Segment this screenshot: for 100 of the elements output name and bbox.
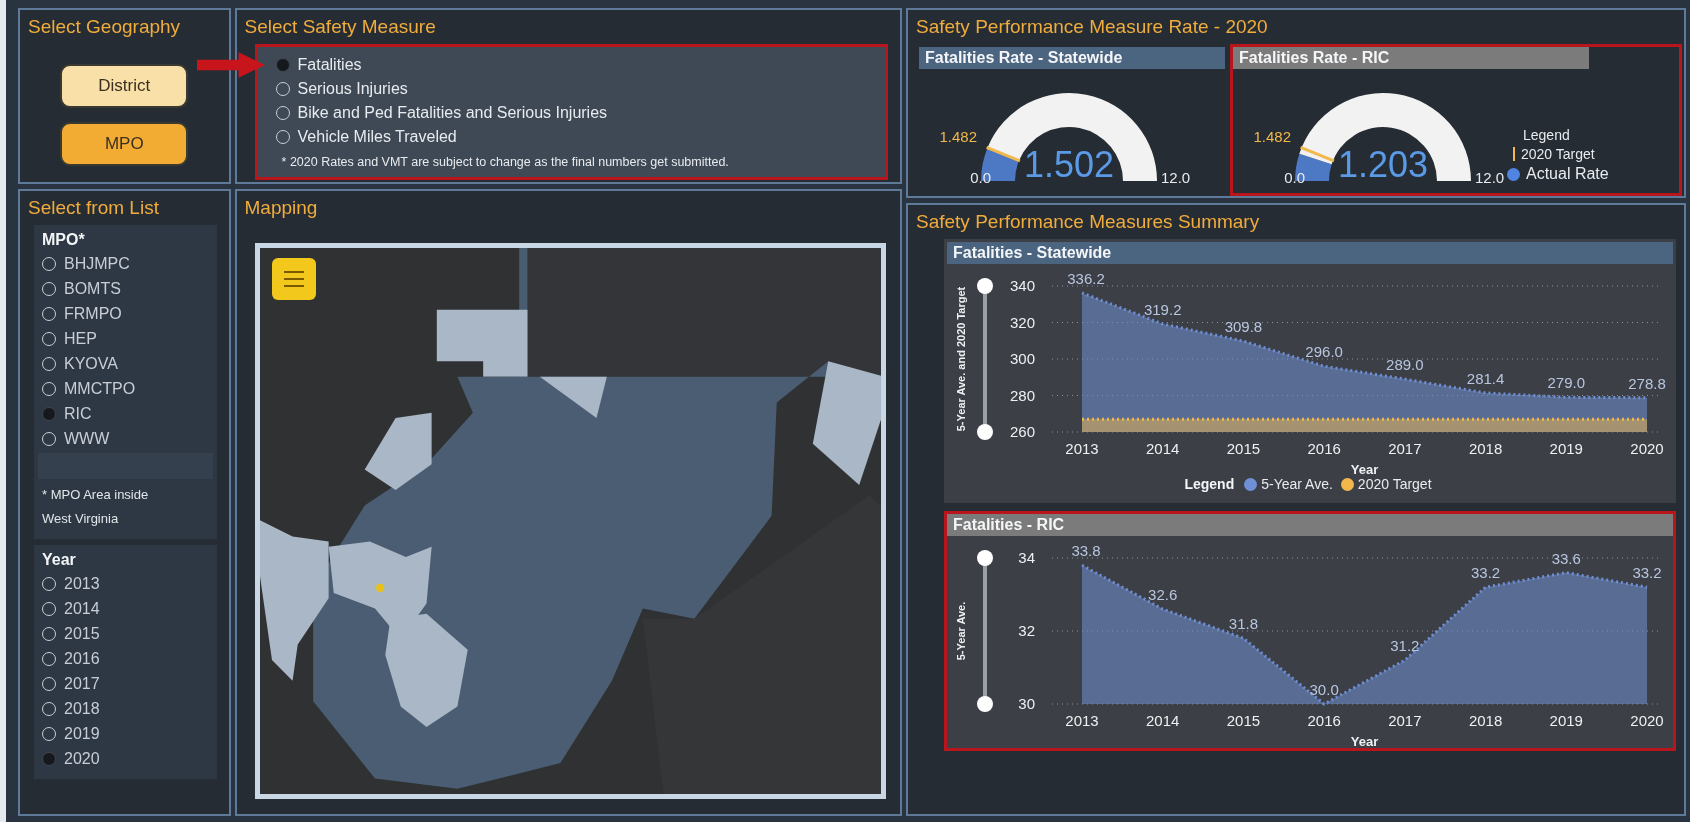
radio-option[interactable]: RIC <box>42 401 209 426</box>
geography-button[interactable]: District <box>60 64 189 108</box>
radio-option[interactable]: KYOVA <box>42 351 209 376</box>
data-label: 296.0 <box>1305 343 1343 361</box>
radio-option[interactable]: Fatalities <box>275 53 362 77</box>
x-tick-label: 2013 <box>1065 440 1099 457</box>
y-tick-label: 34 <box>1018 549 1035 566</box>
radio-option[interactable]: 2017 <box>42 671 209 696</box>
radio-option[interactable]: WWW <box>42 426 209 451</box>
gauge-title: Fatalities Rate - Statewide <box>919 47 1225 69</box>
gauge-min-label: 0.0 <box>970 169 991 186</box>
legend-label: 2020 Target <box>1521 146 1595 162</box>
x-tick-label: 2018 <box>1468 440 1503 457</box>
gauge-value: 1.203 <box>1337 144 1429 185</box>
y-tick-label: 32 <box>1018 622 1035 639</box>
x-tick-label: 2016 <box>1307 440 1341 457</box>
panel-title: Safety Performance Measures Summary <box>916 211 1261 233</box>
radio-option[interactable]: Bike and Ped Fatalities and Serious Injuries <box>275 101 608 125</box>
legend-dot-icon <box>1507 167 1520 181</box>
gauge-max-label: 12.0 <box>1475 169 1505 186</box>
legend-label: 2020 Target <box>1357 476 1432 492</box>
radio-option[interactable]: 2014 <box>42 596 209 621</box>
radio-option[interactable]: 2013 <box>42 571 209 596</box>
radio-option[interactable]: FRMPO <box>42 301 209 326</box>
radio-option[interactable]: Vehicle Miles Traveled <box>275 125 457 149</box>
gauge-max-label: 12.0 <box>1161 169 1191 186</box>
x-tick-label: 2019 <box>1549 712 1583 729</box>
target-marker <box>1300 145 1335 163</box>
y-tick-label: 30 <box>1018 695 1035 712</box>
target-marker <box>986 145 1021 163</box>
radio-option[interactable]: 2015 <box>42 621 209 646</box>
data-label: 32.6 <box>1148 586 1178 604</box>
data-label: 278.8 <box>1628 374 1666 392</box>
radio-button[interactable] <box>42 406 56 421</box>
data-label: 31.8 <box>1228 615 1259 633</box>
gauge-title: Fatalities Rate - RIC <box>1233 47 1589 69</box>
panel-title: Mapping <box>244 197 319 219</box>
x-tick-label: 2017 <box>1388 440 1422 457</box>
gauge-min-label: 0.0 <box>1284 169 1305 186</box>
data-label: 33.2 <box>1470 564 1501 582</box>
x-tick-label: 2019 <box>1549 440 1583 457</box>
radio-button[interactable] <box>275 58 290 72</box>
x-tick-label: 2020 <box>1630 440 1664 457</box>
radio-option[interactable]: BOMTS <box>42 276 209 301</box>
legend-title: Legend <box>1522 127 1571 143</box>
x-axis-title: Year <box>1350 462 1379 476</box>
radio-button[interactable] <box>42 751 56 766</box>
x-tick-label: 2013 <box>1065 712 1099 729</box>
chart-title: Fatalities - Statewide <box>947 242 1673 264</box>
x-axis-title: Year <box>1350 734 1379 748</box>
data-label: 33.2 <box>1632 564 1662 582</box>
target-label: 1.482 <box>1253 127 1291 145</box>
x-tick-label: 2016 <box>1307 712 1341 729</box>
radio-option[interactable]: BHJMPC <box>42 251 209 276</box>
radio-option[interactable]: 2020 <box>42 746 209 771</box>
radio-option[interactable]: HEP <box>42 326 209 351</box>
y-tick-label: 260 <box>1009 423 1035 440</box>
panel-title: Select from List <box>28 197 160 219</box>
x-tick-label: 2014 <box>1146 712 1180 729</box>
menu-icon <box>281 270 306 288</box>
data-label: 336.2 <box>1067 269 1105 287</box>
y-axis-slider[interactable] <box>977 550 993 712</box>
radio-option[interactable]: 2018 <box>42 696 209 721</box>
menu-button[interactable] <box>271 258 316 300</box>
geography-button[interactable]: MPO <box>60 122 189 166</box>
slicer-heading: MPO* <box>42 231 86 249</box>
data-label: 30.0 <box>1309 681 1339 698</box>
y-axis-title: 5-Year Ave. <box>955 601 967 661</box>
y-tick-label: 340 <box>1009 277 1035 294</box>
y-tick-label: 320 <box>1009 313 1035 331</box>
y-tick-label: 280 <box>1009 386 1035 404</box>
x-tick-label: 2014 <box>1146 440 1180 457</box>
x-tick-label: 2015 <box>1226 440 1261 457</box>
radio-option[interactable]: Serious Injuries <box>275 77 408 101</box>
chart-title: Fatalities - RIC <box>947 514 1673 536</box>
x-tick-label: 2017 <box>1388 712 1422 729</box>
footnote: * 2020 Rates and VMT are subject to change as the final numbers get submitted. <box>280 155 730 169</box>
radio-option[interactable]: MMCTPO <box>42 376 209 401</box>
radio-option[interactable]: 2019 <box>42 721 209 746</box>
data-label: 309.8 <box>1224 318 1263 336</box>
x-tick-label: 2018 <box>1468 712 1503 729</box>
data-label: 33.8 <box>1071 542 1101 560</box>
data-label: 281.4 <box>1466 369 1505 387</box>
data-label: 319.2 <box>1143 300 1182 318</box>
data-label: 279.0 <box>1547 374 1586 392</box>
gauge-value: 1.502 <box>1023 144 1115 185</box>
y-axis-slider[interactable] <box>977 278 993 440</box>
y-axis-title: 5-Year Ave. and 2020 Target <box>955 286 967 432</box>
legend-label: Actual Rate <box>1526 165 1609 183</box>
panel-title: Safety Performance Measure Rate - 2020 <box>916 16 1269 38</box>
slicer-heading: Year <box>42 551 77 569</box>
panel-title: Select Geography <box>28 16 182 38</box>
data-label: 33.6 <box>1551 549 1581 567</box>
legend-label: 5-Year Ave. <box>1261 476 1333 492</box>
radio-option[interactable]: 2016 <box>42 646 209 671</box>
data-label: 31.2 <box>1390 637 1420 655</box>
legend-title: Legend <box>1184 476 1235 492</box>
target-label: 1.482 <box>939 127 977 145</box>
panel-title: Select Safety Measure <box>244 16 437 38</box>
data-label: 289.0 <box>1386 356 1424 374</box>
